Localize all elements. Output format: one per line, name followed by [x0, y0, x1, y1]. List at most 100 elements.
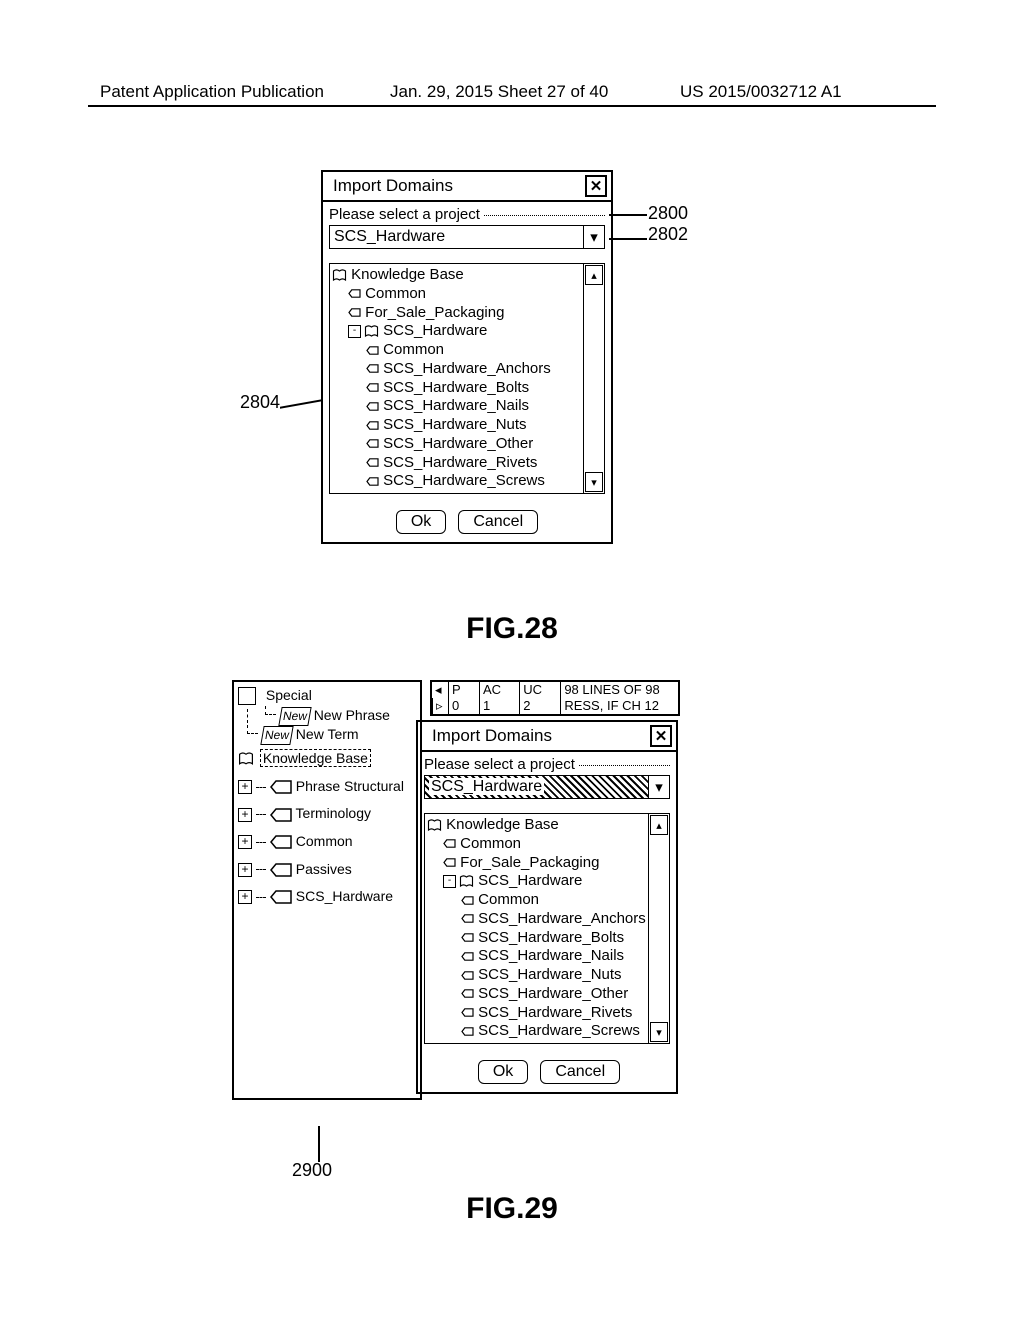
- stats-uc: UC: [519, 682, 560, 698]
- special-label: Special: [266, 687, 312, 703]
- stats-nav-left-icon[interactable]: ◂: [432, 682, 448, 698]
- stats-ress: RESS, IF CH 12: [560, 698, 678, 714]
- left-tree-item[interactable]: + Passives: [238, 860, 416, 880]
- header-left: Patent Application Publication: [100, 82, 324, 102]
- tree-root[interactable]: Knowledge Base: [332, 266, 581, 285]
- new-term-label: New Term: [296, 726, 359, 742]
- tree-item[interactable]: For_Sale_Packaging: [332, 304, 581, 323]
- callout-2800-leader: [609, 214, 647, 216]
- callout-2900: 2900: [292, 1160, 332, 1181]
- titlebar: Import Domains ✕: [323, 172, 611, 202]
- expand-icon[interactable]: +: [238, 890, 252, 904]
- tree-content[interactable]: Knowledge Base Common For_Sale_Packaging…: [425, 814, 648, 1043]
- scroll-down-icon[interactable]: ▾: [650, 1022, 668, 1042]
- tree-item[interactable]: Common: [427, 891, 646, 910]
- figure-label-28: FIG.28: [0, 612, 1024, 646]
- scroll-track[interactable]: [649, 836, 669, 1021]
- special-checkbox[interactable]: [238, 687, 256, 705]
- tree-item[interactable]: SCS_Hardware_Bolts: [427, 929, 646, 948]
- expand-icon[interactable]: +: [238, 808, 252, 822]
- import-domains-dialog-29: Import Domains ✕ Please select a project…: [416, 720, 678, 1094]
- dialog-title: Import Domains: [426, 724, 558, 748]
- tree-item[interactable]: - SCS_Hardware: [427, 872, 646, 891]
- knowledge-tree-panel: Special New New Phrase New New Term Know…: [232, 680, 422, 1100]
- scrollbar[interactable]: ▴ ▾: [648, 814, 669, 1043]
- tree-item[interactable]: SCS_Hardware_Nails: [427, 947, 646, 966]
- tree-item[interactable]: SCS_Hardware_Nuts: [427, 966, 646, 985]
- project-select[interactable]: SCS_Hardware ▾: [329, 225, 605, 249]
- tree-item[interactable]: SCS_Hardware_Nails: [332, 397, 581, 416]
- tree-item[interactable]: For_Sale_Packaging: [427, 854, 646, 873]
- stats-p: P: [448, 682, 479, 698]
- tree-item[interactable]: SCS_Hardware_Screws: [427, 1022, 646, 1041]
- expand-icon[interactable]: +: [238, 780, 252, 794]
- chevron-down-icon[interactable]: ▾: [648, 776, 669, 798]
- expand-icon[interactable]: +: [238, 835, 252, 849]
- left-tree-item[interactable]: + Common: [238, 832, 416, 852]
- kb-row[interactable]: Knowledge Base: [238, 749, 416, 769]
- kb-label: Knowledge Base: [260, 749, 371, 767]
- left-tree-item[interactable]: + Phrase Structural: [238, 777, 416, 797]
- tree-panel: Knowledge Base Common For_Sale_Packaging…: [329, 263, 605, 494]
- ok-button[interactable]: Ok: [478, 1060, 528, 1084]
- new-term-row[interactable]: New New Term: [238, 725, 416, 745]
- scrollbar[interactable]: ▴ ▾: [583, 264, 604, 493]
- tree-item[interactable]: Common: [427, 835, 646, 854]
- project-select[interactable]: SCS_Hardware ▾: [424, 775, 670, 799]
- tree-item[interactable]: SCS_Hardware_Screws: [332, 472, 581, 491]
- scroll-up-icon[interactable]: ▴: [650, 815, 668, 835]
- tree-item[interactable]: SCS_Hardware_Rivets: [427, 1004, 646, 1023]
- chevron-down-icon[interactable]: ▾: [583, 226, 604, 248]
- tree-item[interactable]: - SCS_Hardware: [332, 322, 581, 341]
- scroll-track[interactable]: [584, 286, 604, 471]
- special-row: Special: [238, 686, 416, 706]
- stats-v2: 1: [479, 698, 519, 714]
- callout-2800: 2800: [648, 203, 688, 224]
- project-select-value: SCS_Hardware: [330, 226, 583, 248]
- callout-2802: 2802: [648, 224, 688, 245]
- callout-2802-leader: [609, 238, 647, 240]
- scroll-up-icon[interactable]: ▴: [585, 265, 603, 285]
- tree-root[interactable]: Knowledge Base: [427, 816, 646, 835]
- stats-v3: 2: [519, 698, 560, 714]
- tree-item[interactable]: SCS_Hardware_Other: [427, 985, 646, 1004]
- header-center: Jan. 29, 2015 Sheet 27 of 40: [390, 82, 608, 102]
- left-tree-item[interactable]: + SCS_Hardware: [238, 887, 416, 907]
- tree-item[interactable]: SCS_Hardware_Other: [332, 435, 581, 454]
- callout-2804-leader: [280, 399, 322, 420]
- stats-lines: 98 LINES OF 98: [560, 682, 678, 698]
- ok-button[interactable]: Ok: [396, 510, 446, 534]
- cancel-button[interactable]: Cancel: [458, 510, 538, 534]
- expand-icon[interactable]: +: [238, 863, 252, 877]
- left-tree-item[interactable]: + Terminology: [238, 804, 416, 824]
- left-tree-items: + Phrase Structural + Terminology + Common…: [238, 777, 416, 907]
- scroll-down-icon[interactable]: ▾: [585, 472, 603, 492]
- tree-item[interactable]: SCS_Hardware_Bolts: [332, 379, 581, 398]
- callout-2804: 2804: [240, 392, 280, 413]
- cancel-button[interactable]: Cancel: [540, 1060, 620, 1084]
- stats-nav-right-icon[interactable]: ▹: [432, 698, 448, 714]
- tree-item[interactable]: Common: [332, 285, 581, 304]
- header-right: US 2015/0032712 A1: [680, 82, 842, 102]
- tree-item[interactable]: Common: [332, 341, 581, 360]
- tree-item[interactable]: SCS_Hardware_Anchors: [427, 910, 646, 929]
- prompt-text: Please select a project: [329, 206, 480, 223]
- prompt-label: Please select a project: [329, 206, 605, 223]
- tree-item[interactable]: SCS_Hardware_Rivets: [332, 454, 581, 473]
- prompt-text: Please select a project: [424, 756, 575, 773]
- prompt-label: Please select a project: [424, 756, 670, 773]
- new-badge: New: [278, 707, 311, 726]
- new-phrase-row[interactable]: New New Phrase: [238, 706, 416, 726]
- tree-item[interactable]: SCS_Hardware_Anchors: [332, 360, 581, 379]
- stats-ac: AC: [479, 682, 519, 698]
- new-badge: New: [260, 726, 293, 745]
- close-icon[interactable]: ✕: [585, 175, 607, 197]
- tree-panel: Knowledge Base Common For_Sale_Packaging…: [424, 813, 670, 1044]
- tree-content[interactable]: Knowledge Base Common For_Sale_Packaging…: [330, 264, 583, 493]
- figure-label-29: FIG.29: [0, 1192, 1024, 1226]
- callout-2900-leader: [318, 1126, 320, 1162]
- project-select-value: SCS_Hardware: [425, 776, 648, 798]
- tree-item[interactable]: SCS_Hardware_Nuts: [332, 416, 581, 435]
- close-icon[interactable]: ✕: [650, 725, 672, 747]
- titlebar: Import Domains ✕: [422, 722, 676, 752]
